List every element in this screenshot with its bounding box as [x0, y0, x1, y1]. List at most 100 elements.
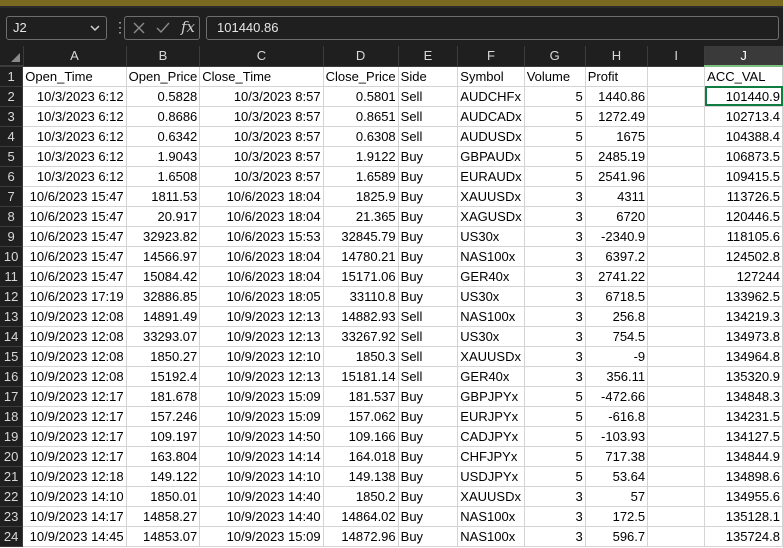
cell-symbol[interactable]: GER40x: [457, 366, 525, 387]
cell-side[interactable]: Buy: [398, 146, 459, 167]
cell-symbol[interactable]: US30x: [457, 326, 525, 347]
cell-volume[interactable]: 3: [524, 186, 586, 207]
cell-volume[interactable]: 5: [524, 426, 586, 447]
cell-profit[interactable]: -2340.9: [585, 226, 649, 247]
cell-symbol[interactable]: US30x: [457, 286, 525, 307]
row-header[interactable]: 21: [0, 466, 24, 487]
cell-side[interactable]: Buy: [398, 506, 459, 527]
cell-profit[interactable]: 172.5: [585, 506, 649, 527]
cell-acc-val[interactable]: 101440.9: [704, 86, 783, 107]
cell-profit[interactable]: -9: [585, 346, 649, 367]
cell-header-open-time[interactable]: Open_Time: [22, 66, 127, 87]
cell-symbol[interactable]: EURAUDx: [457, 166, 525, 187]
cell-symbol[interactable]: CADJPYx: [457, 426, 525, 447]
cell-close-time[interactable]: 10/9/2023 15:09: [199, 526, 324, 547]
cell-close-price[interactable]: 1850.3: [323, 346, 399, 367]
row-header[interactable]: 11: [0, 266, 24, 287]
cancel-icon[interactable]: [131, 20, 147, 36]
name-box[interactable]: J2: [6, 16, 107, 40]
cell-empty[interactable]: [647, 486, 706, 507]
row-header[interactable]: 17: [0, 386, 24, 407]
cell-acc-val[interactable]: 135128.1: [704, 506, 783, 527]
cell-side[interactable]: Buy: [398, 526, 459, 547]
cell-close-price[interactable]: 157.062: [323, 406, 399, 427]
row-header[interactable]: 1: [0, 66, 24, 87]
cell-volume[interactable]: 5: [524, 126, 586, 147]
cell-open-price[interactable]: 0.8686: [126, 106, 201, 127]
cell-acc-val[interactable]: 135320.9: [704, 366, 783, 387]
cell-profit[interactable]: 1440.86: [585, 86, 649, 107]
cell-profit[interactable]: 6720: [585, 206, 649, 227]
cell-open-time[interactable]: 10/6/2023 17:19: [22, 286, 127, 307]
cell-volume[interactable]: 5: [524, 386, 586, 407]
cell-empty[interactable]: [647, 466, 706, 487]
cell-close-price[interactable]: 1.6589: [323, 166, 399, 187]
cell-open-time[interactable]: 10/9/2023 14:10: [22, 486, 127, 507]
row-header[interactable]: 10: [0, 246, 24, 267]
insert-function-icon[interactable]: fx: [181, 18, 195, 36]
cell-volume[interactable]: 5: [524, 106, 586, 127]
cell-open-time[interactable]: 10/9/2023 14:45: [22, 526, 127, 547]
cell-close-price[interactable]: 15181.14: [323, 366, 399, 387]
cell-close-time[interactable]: 10/9/2023 15:09: [199, 386, 324, 407]
cell-close-time[interactable]: 10/6/2023 18:04: [199, 206, 324, 227]
cell-header-close-time[interactable]: Close_Time: [199, 66, 324, 87]
cell-volume[interactable]: 3: [524, 486, 586, 507]
cell-open-time[interactable]: 10/9/2023 14:17: [22, 506, 127, 527]
cell-empty[interactable]: [647, 206, 706, 227]
row-header[interactable]: 24: [0, 526, 24, 547]
cell-empty[interactable]: [647, 386, 706, 407]
cell-close-price[interactable]: 0.8651: [323, 106, 399, 127]
cell-open-price[interactable]: 14891.49: [126, 306, 201, 327]
cell-acc-val[interactable]: 134955.6: [704, 486, 783, 507]
cell-header-open-price[interactable]: Open_Price: [126, 66, 201, 87]
cell-profit[interactable]: 57: [585, 486, 649, 507]
cell-close-price[interactable]: 149.138: [323, 466, 399, 487]
cell-open-price[interactable]: 0.5828: [126, 86, 201, 107]
cell-symbol[interactable]: NAS100x: [457, 526, 525, 547]
cell-side[interactable]: Buy: [398, 386, 459, 407]
cell-open-time[interactable]: 10/9/2023 12:08: [22, 346, 127, 367]
cell-profit[interactable]: -616.8: [585, 406, 649, 427]
cell-symbol[interactable]: AUDUSDx: [457, 126, 525, 147]
cell-profit[interactable]: 2485.19: [585, 146, 649, 167]
cell-close-price[interactable]: 33110.8: [323, 286, 399, 307]
cell-side[interactable]: Sell: [398, 86, 459, 107]
chevron-down-icon[interactable]: [88, 17, 102, 39]
cell-close-time[interactable]: 10/3/2023 8:57: [199, 166, 324, 187]
cell-open-price[interactable]: 1.6508: [126, 166, 201, 187]
cell-volume[interactable]: 3: [524, 266, 586, 287]
cell-close-price[interactable]: 1.9122: [323, 146, 399, 167]
cell-close-time[interactable]: 10/9/2023 12:10: [199, 346, 324, 367]
cell-acc-val[interactable]: 134964.8: [704, 346, 783, 367]
cell-open-price[interactable]: 1850.27: [126, 346, 201, 367]
cell-close-time[interactable]: 10/3/2023 8:57: [199, 146, 324, 167]
cell-acc-val[interactable]: 135724.8: [704, 526, 783, 547]
more-options-icon[interactable]: ⋮: [113, 20, 127, 36]
cell-acc-val[interactable]: 120446.5: [704, 206, 783, 227]
cell-header-acc-val[interactable]: ACC_VAL: [704, 66, 783, 87]
cell-close-price[interactable]: 21.365: [323, 206, 399, 227]
row-header[interactable]: 18: [0, 406, 24, 427]
cell-acc-val[interactable]: 118105.6: [704, 226, 783, 247]
cell-open-time[interactable]: 10/6/2023 15:47: [22, 246, 127, 267]
column-header-e[interactable]: E: [398, 46, 459, 67]
cell-close-price[interactable]: 164.018: [323, 446, 399, 467]
formula-input[interactable]: 101440.86: [206, 16, 779, 40]
cell-profit[interactable]: -103.93: [585, 426, 649, 447]
cell-side[interactable]: Buy: [398, 286, 459, 307]
cell-open-price[interactable]: 109.197: [126, 426, 201, 447]
cell-acc-val[interactable]: 127244: [704, 266, 783, 287]
row-header[interactable]: 4: [0, 126, 24, 147]
cell-empty[interactable]: [647, 266, 706, 287]
cell-open-time[interactable]: 10/3/2023 6:12: [22, 166, 127, 187]
cell-side[interactable]: Sell: [398, 346, 459, 367]
cell-close-time[interactable]: 10/9/2023 12:13: [199, 366, 324, 387]
cell-volume[interactable]: 3: [524, 306, 586, 327]
cell-acc-val[interactable]: 134844.9: [704, 446, 783, 467]
cell-open-price[interactable]: 14858.27: [126, 506, 201, 527]
row-header[interactable]: 6: [0, 166, 24, 187]
cell-acc-val[interactable]: 104388.4: [704, 126, 783, 147]
cell-acc-val[interactable]: 134127.5: [704, 426, 783, 447]
cell-close-price[interactable]: 14780.21: [323, 246, 399, 267]
